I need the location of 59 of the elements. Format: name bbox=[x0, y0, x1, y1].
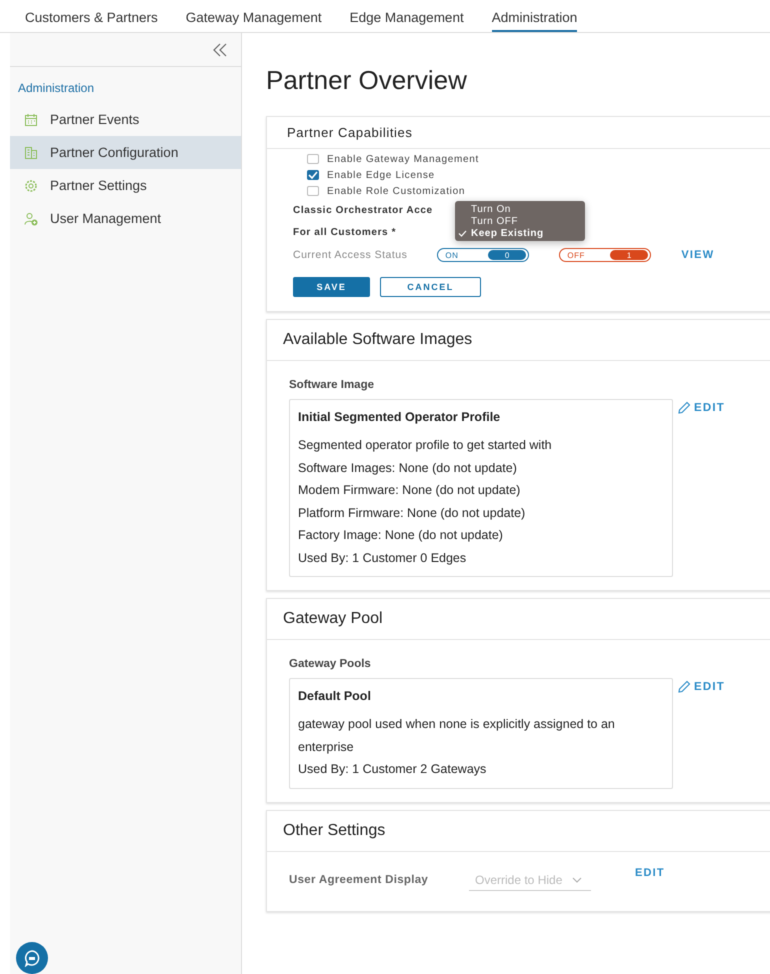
chat-icon bbox=[23, 949, 41, 967]
status-pill[interactable]: OFF 1 bbox=[559, 248, 652, 262]
checkbox[interactable] bbox=[307, 170, 319, 180]
count-badge: 0 bbox=[488, 250, 526, 260]
pencil-icon bbox=[677, 401, 691, 415]
nav-tab[interactable]: Customers & Partners bbox=[25, 0, 158, 32]
building-icon bbox=[24, 146, 38, 160]
checkbox[interactable] bbox=[307, 186, 319, 196]
profile-name: Default Pool bbox=[298, 689, 372, 703]
checkbox-label: Enable Role Customization bbox=[327, 186, 466, 196]
sidebar-item[interactable]: Partner Settings bbox=[10, 169, 241, 202]
nav-tab[interactable]: Gateway Management bbox=[186, 0, 322, 32]
field-label: Current Access Status bbox=[293, 249, 408, 261]
page-title: Partner Overview bbox=[266, 65, 468, 96]
sidebar-item[interactable]: Partner Configuration bbox=[10, 136, 241, 169]
field-label: For all Customers * bbox=[293, 226, 396, 238]
sidebar-item[interactable]: Partner Events bbox=[10, 103, 241, 136]
section-heading: Administration bbox=[17, 80, 96, 97]
view-link[interactable]: VIEW bbox=[681, 249, 714, 261]
profile-detail: Used By: 1 Customer 0 Edges bbox=[298, 550, 468, 567]
profile-detail: Software Images: None (do not update) bbox=[298, 460, 518, 477]
field-label: Gateway Pools bbox=[289, 658, 372, 670]
card-title: Other Settings bbox=[267, 810, 770, 852]
collapse-icon[interactable] bbox=[211, 42, 229, 58]
gear-icon bbox=[24, 178, 38, 192]
chat-button[interactable] bbox=[16, 942, 48, 974]
calendar-icon bbox=[24, 112, 38, 126]
sidebar-item[interactable]: User Management bbox=[10, 202, 241, 235]
status-pill[interactable]: ON 0 bbox=[437, 248, 530, 262]
edit-link[interactable]: EDIT bbox=[635, 867, 665, 879]
field-label: Software Image bbox=[289, 379, 375, 391]
checkbox-label: Enable Edge License bbox=[327, 170, 435, 180]
profile-detail: Factory Image: None (do not update) bbox=[298, 527, 504, 544]
chevron-down-icon bbox=[572, 876, 582, 882]
field-label: User Agreement Display bbox=[289, 874, 430, 886]
profile-detail: Segmented operator profile to get started with bbox=[298, 437, 553, 454]
checkbox-label: Enable Gateway Management bbox=[327, 154, 480, 164]
checkbox[interactable] bbox=[307, 154, 319, 164]
card-title: Gateway Pool bbox=[267, 599, 770, 640]
menu-item[interactable]: Keep Existing bbox=[455, 227, 585, 239]
card-title: Partner Capabilities bbox=[267, 117, 770, 149]
menu-item[interactable]: Turn On bbox=[455, 203, 585, 215]
profile-detail: Platform Firmware: None (do not update) bbox=[298, 504, 526, 522]
cancel-button[interactable]: CANCEL bbox=[380, 277, 481, 297]
edit-link[interactable]: EDIT bbox=[677, 680, 725, 694]
count-badge: 1 bbox=[610, 250, 648, 260]
profile-detail: gateway pool used when none is explicitly assigned to an enterprise bbox=[298, 716, 616, 756]
profile-name: Initial Segmented Operator Profile bbox=[298, 410, 502, 424]
check-icon bbox=[458, 230, 467, 236]
pencil-icon bbox=[677, 680, 691, 694]
card-title: Available Software Images bbox=[267, 320, 770, 361]
menu-item[interactable]: Turn OFF bbox=[455, 215, 585, 227]
nav-tab[interactable]: Edge Management bbox=[350, 0, 464, 32]
user-add-icon bbox=[24, 212, 38, 226]
edit-link[interactable]: EDIT bbox=[677, 401, 725, 415]
profile-detail: Used By: 1 Customer 2 Gateways bbox=[298, 761, 488, 778]
save-button[interactable]: SAVE bbox=[293, 277, 370, 297]
field-label: Classic Orchestrator Acce bbox=[293, 204, 433, 216]
profile-detail: Modem Firmware: None (do not update) bbox=[298, 482, 522, 499]
